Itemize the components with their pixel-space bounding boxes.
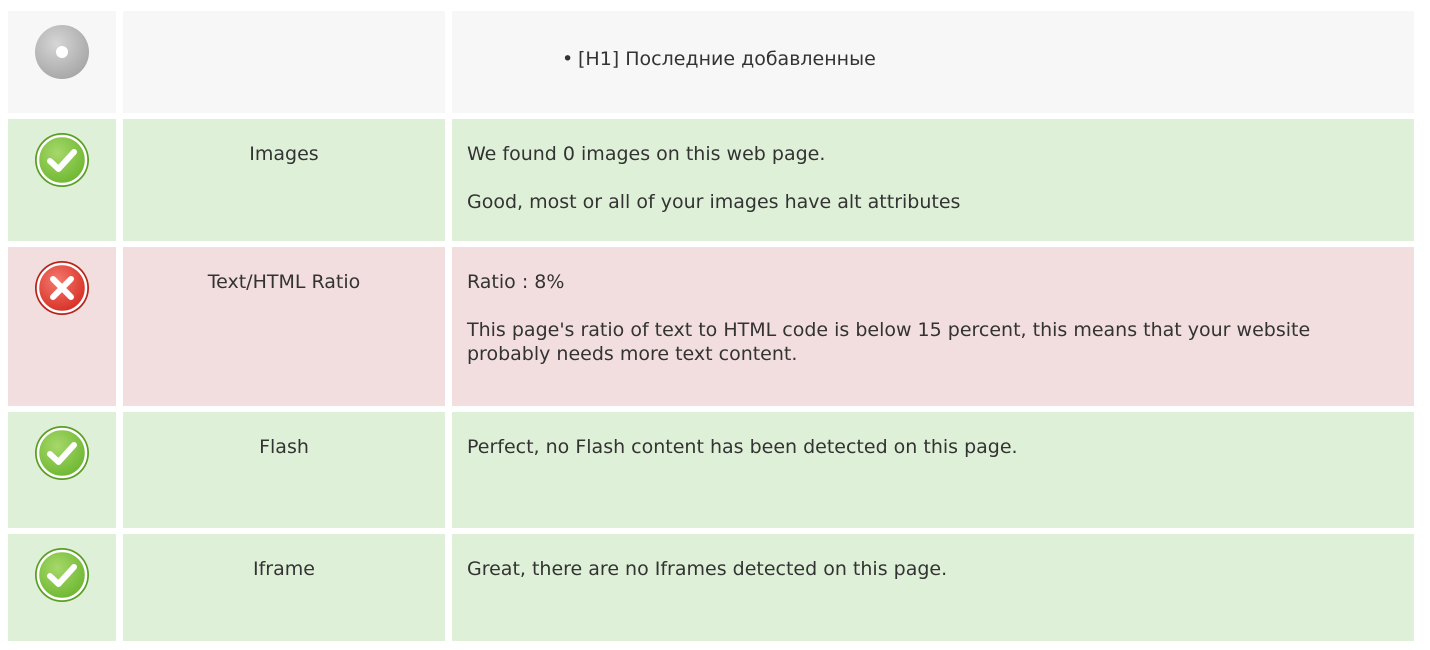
checkmark-icon	[34, 547, 90, 641]
report-row-images: Images We found 0 images on this web pag…	[8, 119, 1414, 241]
result-text: Perfect, no Flash content has been detec…	[467, 436, 1018, 458]
check-result: • [H1] Последние добавленные	[452, 11, 1414, 113]
status-cell	[8, 119, 116, 241]
report-row-text-html-ratio: Text/HTML Ratio Ratio : 8% This page's r…	[8, 247, 1414, 406]
result-text: Ratio : 8%	[467, 271, 565, 293]
report-row-flash: Flash Perfect, no Flash content has been…	[8, 412, 1414, 528]
seo-report-table: • [H1] Последние добавленные Images We f…	[8, 11, 1414, 647]
check-result: Perfect, no Flash content has been detec…	[452, 412, 1414, 528]
result-text: This page's ratio of text to HTML code i…	[467, 319, 1311, 365]
report-row-headings: • [H1] Последние добавленные	[8, 11, 1414, 113]
status-cell	[8, 534, 116, 641]
check-label: Iframe	[123, 534, 445, 641]
check-label: Text/HTML Ratio	[123, 247, 445, 406]
h1-list: • [H1] Последние добавленные	[467, 47, 1398, 71]
status-cell	[8, 11, 116, 113]
check-result: Great, there are no Iframes detected on …	[452, 534, 1414, 641]
bullet-icon: •	[562, 48, 574, 70]
list-item: • [H1] Последние добавленные	[562, 47, 1398, 71]
checkmark-icon	[34, 132, 90, 241]
neutral-circle-icon	[34, 24, 90, 113]
status-cell	[8, 412, 116, 528]
result-text: Good, most or all of your images have al…	[467, 191, 961, 213]
check-label	[123, 11, 445, 113]
result-text: Great, there are no Iframes detected on …	[467, 558, 948, 580]
status-cell	[8, 247, 116, 406]
result-text: We found 0 images on this web page.	[467, 143, 826, 165]
cross-icon	[34, 260, 90, 406]
checkmark-icon	[34, 425, 90, 528]
check-result: We found 0 images on this web page. Good…	[452, 119, 1414, 241]
check-label: Images	[123, 119, 445, 241]
check-result: Ratio : 8% This page's ratio of text to …	[452, 247, 1414, 406]
h1-text: [H1] Последние добавленные	[578, 48, 876, 70]
check-label: Flash	[123, 412, 445, 528]
report-row-iframe: Iframe Great, there are no Iframes detec…	[8, 534, 1414, 641]
